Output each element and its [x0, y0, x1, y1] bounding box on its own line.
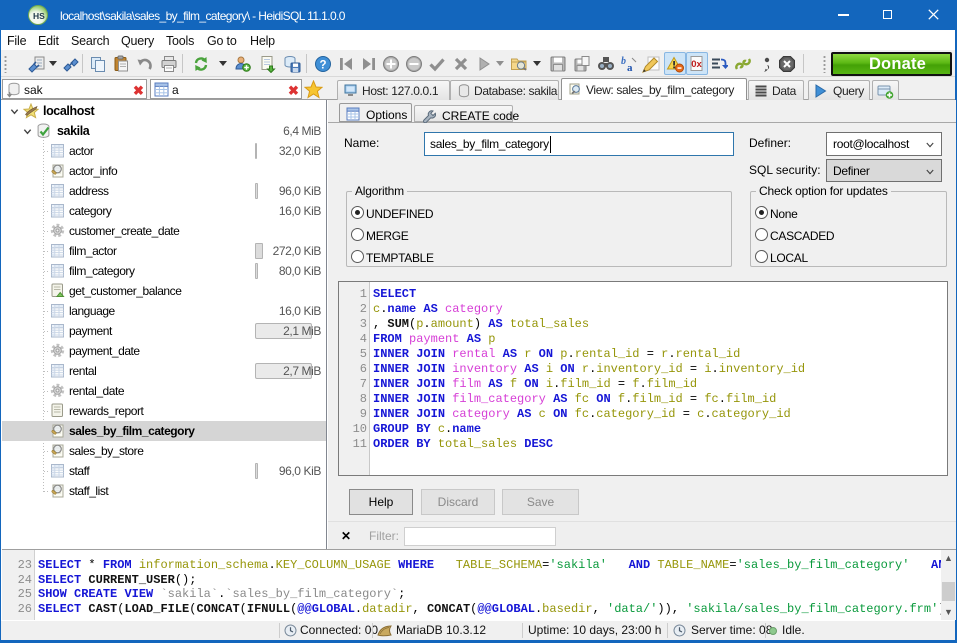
svg-text:b: b: [621, 56, 626, 67]
svg-text:0x: 0x: [691, 59, 702, 70]
svg-text:a: a: [627, 62, 633, 73]
svg-text:?: ?: [319, 59, 326, 71]
